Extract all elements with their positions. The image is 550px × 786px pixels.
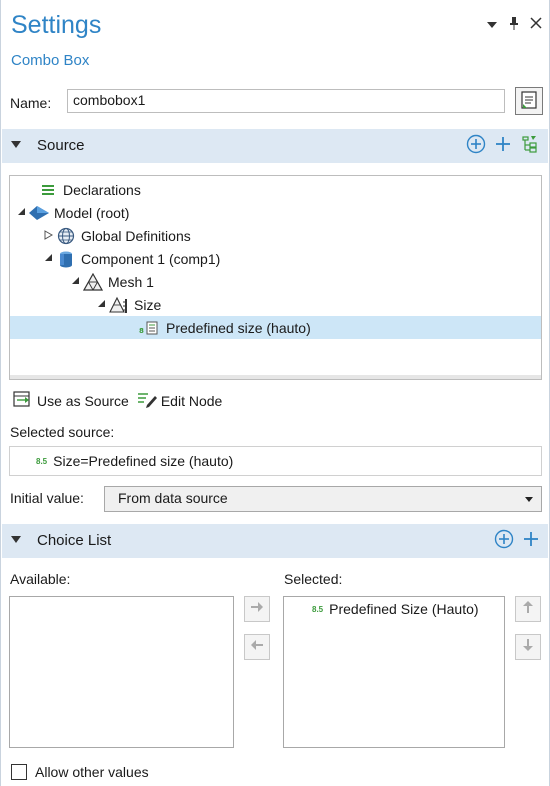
use-as-source-icon <box>13 390 33 411</box>
arrow-down-icon <box>522 638 534 657</box>
globe-icon <box>55 227 77 245</box>
edit-node-icon <box>137 390 157 411</box>
available-label: Available: <box>10 571 71 587</box>
move-left-button[interactable] <box>244 634 270 660</box>
page-title: Settings <box>11 11 102 39</box>
edit-node-button[interactable]: Edit Node <box>137 390 222 411</box>
parameter-icon: 8 <box>138 319 162 337</box>
use-as-source-label: Use as Source <box>37 392 129 409</box>
edit-node-label: Edit Node <box>160 392 223 409</box>
selected-source-field: 8.5 Size=Predefined size (hauto) <box>9 446 542 476</box>
component-icon <box>55 250 77 268</box>
move-up-button[interactable] <box>515 596 541 622</box>
move-right-button[interactable] <box>244 596 270 622</box>
expanded-triangle-icon[interactable] <box>41 253 55 264</box>
parameter-tag: 8.5 <box>312 604 324 614</box>
source-section-label: Source <box>37 137 85 154</box>
name-label: Name: <box>10 95 52 111</box>
tree-item-label: Predefined size (hauto) <box>166 319 311 336</box>
allow-other-values[interactable]: Allow other values <box>11 764 149 780</box>
arrow-left-icon <box>250 638 264 656</box>
parameter-tag: 8.5 <box>36 456 48 466</box>
expanded-triangle-icon[interactable] <box>68 276 82 287</box>
close-icon[interactable] <box>530 17 542 32</box>
expanded-triangle-icon[interactable] <box>94 299 108 310</box>
model-icon <box>28 204 50 222</box>
window-controls <box>486 16 542 33</box>
tree-item-size[interactable]: Size <box>94 293 161 316</box>
dropdown-arrow-icon[interactable] <box>486 17 498 32</box>
choice-list-section-label: Choice List <box>37 532 112 549</box>
size-icon <box>108 296 130 314</box>
svg-text:8: 8 <box>139 327 144 335</box>
use-as-source-button[interactable]: Use as Source <box>13 390 129 411</box>
tree-item-label: Component 1 (comp1) <box>81 250 221 267</box>
add-icon[interactable] <box>522 530 540 551</box>
name-options-button[interactable] <box>515 87 543 115</box>
choice-list-section-header[interactable]: Choice List <box>2 524 548 558</box>
tree-item-mesh-1[interactable]: Mesh 1 <box>68 270 154 293</box>
declarations-icon <box>37 181 59 199</box>
tree-item-declarations[interactable]: Declarations <box>23 178 141 201</box>
add-circle-icon[interactable] <box>466 134 486 157</box>
tree-item-label: Declarations <box>63 181 141 198</box>
tree-item-label: Model (root) <box>54 204 130 221</box>
pin-icon[interactable] <box>508 16 520 33</box>
available-list[interactable] <box>9 596 234 748</box>
selected-source-value: Size=Predefined size (hauto) <box>53 453 234 469</box>
move-down-button[interactable] <box>515 634 541 660</box>
list-item-label: Predefined Size (Hauto) <box>329 601 479 617</box>
allow-other-values-label: Allow other values <box>35 764 149 780</box>
tree-item-model-root[interactable]: Model (root) <box>14 201 129 224</box>
source-actions: Use as Source Edit Node <box>13 390 222 411</box>
list-item[interactable]: 8.5 Predefined Size (Hauto) <box>312 601 479 617</box>
tree-item-label: Mesh 1 <box>108 273 154 290</box>
arrow-up-icon <box>522 600 534 619</box>
tree-filter-icon[interactable] <box>520 134 540 157</box>
initial-value-select[interactable]: From data source <box>104 486 542 512</box>
initial-value-label: Initial value: <box>10 490 84 506</box>
document-icon <box>520 90 538 112</box>
add-icon[interactable] <box>494 135 512 156</box>
tree-scroll-edge <box>9 375 542 380</box>
name-field[interactable]: combobox1 <box>67 89 505 113</box>
chevron-down-icon <box>525 497 533 502</box>
selected-source-label: Selected source: <box>10 424 115 440</box>
selected-list[interactable]: 8.5 Predefined Size (Hauto) <box>283 596 505 748</box>
tree-item-component-1[interactable]: Component 1 (comp1) <box>41 247 220 270</box>
collapsed-triangle-icon[interactable] <box>41 229 55 242</box>
chevron-down-icon <box>11 536 21 543</box>
tree-item-global-definitions[interactable]: Global Definitions <box>41 224 191 247</box>
allow-other-values-checkbox[interactable] <box>11 764 27 780</box>
initial-value-selected: From data source <box>118 490 228 506</box>
add-circle-icon[interactable] <box>494 529 514 552</box>
chevron-down-icon <box>11 141 21 148</box>
mesh-icon <box>82 272 104 291</box>
tree-item-label: Global Definitions <box>81 227 191 244</box>
source-section-header[interactable]: Source <box>2 129 548 163</box>
arrow-right-icon <box>250 600 264 618</box>
source-tree[interactable]: Declarations Model (root) Global Definit… <box>9 175 542 380</box>
selected-label: Selected: <box>284 571 343 587</box>
expanded-triangle-icon[interactable] <box>14 207 28 218</box>
tree-item-predefined-size[interactable]: 8 Predefined size (hauto) <box>10 316 541 339</box>
tree-item-label: Size <box>134 296 162 313</box>
page-subtitle: Combo Box <box>11 52 90 69</box>
